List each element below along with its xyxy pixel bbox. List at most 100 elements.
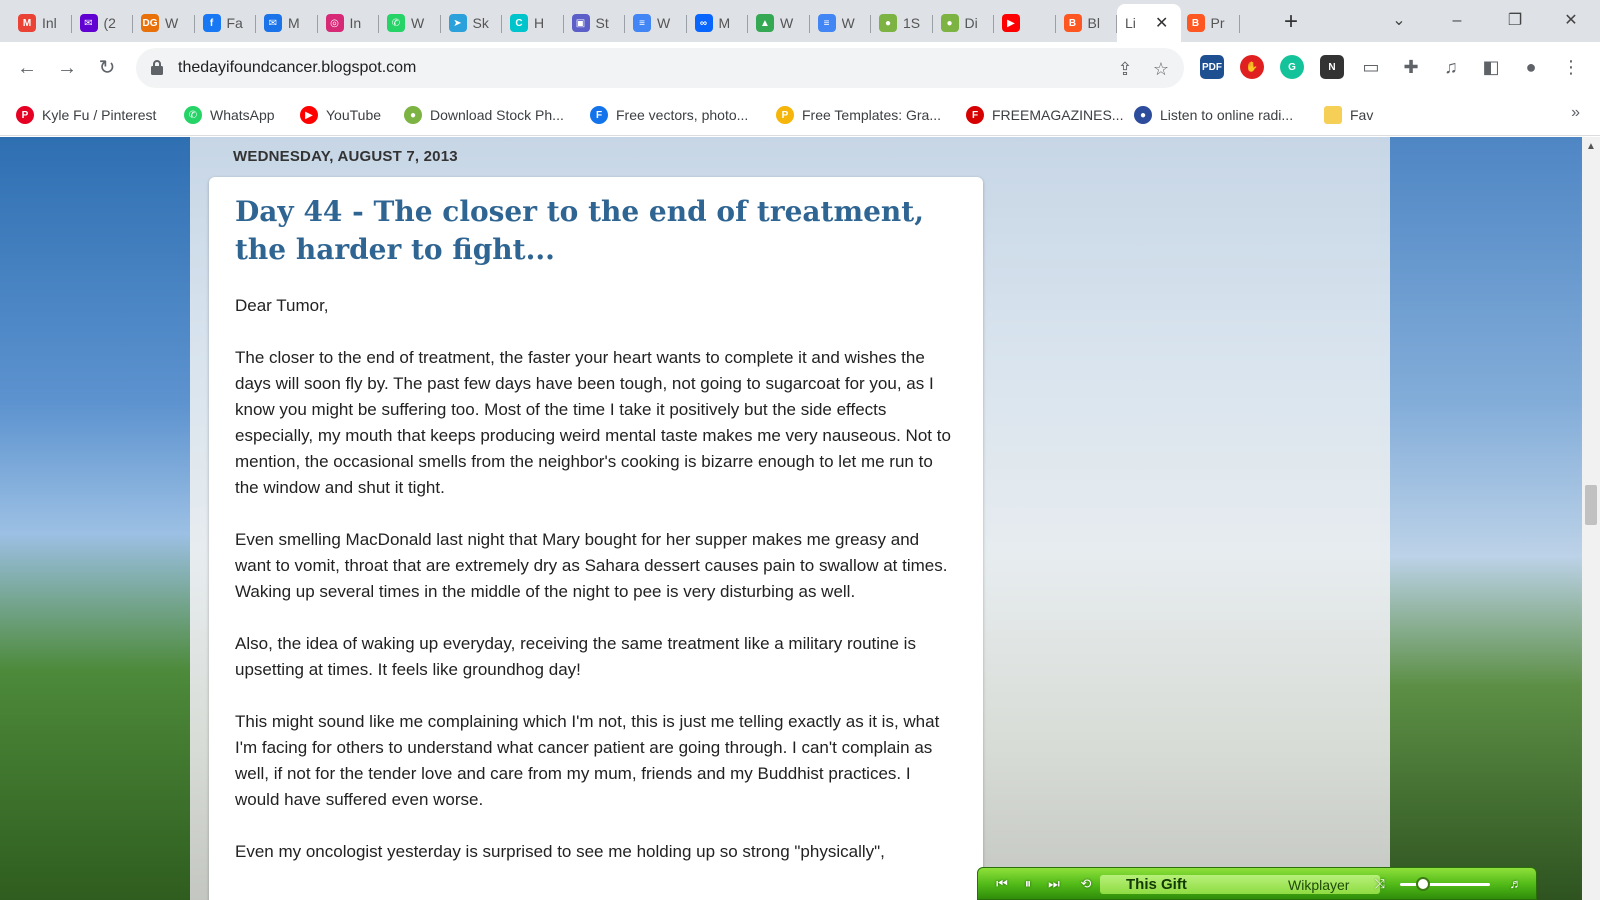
bookmark-item[interactable]: P Free Templates: Gra... — [776, 104, 941, 126]
address-bar[interactable]: thedayifoundcancer.blogspot.com ⇪ ☆ — [136, 48, 1184, 88]
menu-kebab-icon[interactable]: ⋮ — [1560, 56, 1582, 78]
bookmark-item[interactable]: P Kyle Fu / Pinterest — [16, 104, 156, 126]
whatsapp-icon: ✆ — [387, 14, 405, 32]
close-tab-icon[interactable]: ✕ — [1155, 13, 1168, 33]
profile-avatar-icon[interactable]: ● — [1520, 56, 1542, 78]
tab-title: Inl — [42, 15, 57, 31]
restore-button[interactable]: ❐ — [1500, 8, 1530, 34]
tab-title: St — [595, 15, 609, 31]
background-landscape-right — [1390, 137, 1582, 900]
lock-icon[interactable] — [150, 59, 164, 75]
bookmarks-overflow-icon[interactable]: » — [1571, 104, 1580, 122]
post-paragraph: Also, the idea of waking up everyday, re… — [235, 634, 916, 679]
post-paragraph: This might sound like me complaining whi… — [235, 712, 940, 809]
browser-tab[interactable]: ● Di — [933, 6, 994, 40]
leaf-icon: ● — [940, 14, 959, 32]
repeat-icon[interactable]: ⟲ — [1076, 874, 1096, 894]
facebook-icon: f — [202, 14, 221, 32]
browser-tab[interactable]: B Bl — [1056, 6, 1117, 40]
tab-title: Bl — [1087, 15, 1100, 31]
browser-tab[interactable]: f Fa — [195, 6, 256, 40]
magazine-icon: F — [966, 106, 984, 124]
post-paragraph: The closer to the end of treatment, the … — [235, 348, 951, 497]
browser-tab[interactable]: Li ✕ — [1117, 4, 1181, 42]
scroll-up-arrow-icon[interactable]: ▲ — [1586, 141, 1596, 152]
docs-icon: ≡ — [633, 14, 651, 32]
forward-button[interactable]: → — [53, 54, 81, 82]
gmail-icon: M — [18, 14, 36, 32]
previous-track-icon[interactable]: ⏮ — [992, 874, 1012, 894]
browser-tab[interactable]: ▲ W — [748, 6, 810, 40]
bookmarks-bar: » P Kyle Fu / Pinterest ✆ WhatsApp ▶ YouTube ●… — [0, 94, 1600, 136]
volume-knob[interactable] — [1415, 877, 1430, 891]
bookmark-label: Free vectors, photo... — [616, 107, 749, 123]
song-title: This Gift — [1126, 876, 1187, 893]
pdf-extension-icon[interactable]: PDF — [1200, 55, 1224, 79]
next-track-icon[interactable]: ⏭ — [1044, 874, 1064, 894]
tab-title: M — [288, 15, 300, 31]
bookmark-item[interactable]: F Free vectors, photo... — [590, 104, 748, 126]
playlist-icon[interactable]: ♬ — [1506, 874, 1526, 894]
page-viewport: WEDNESDAY, AUGUST 7, 2013 Day 44 - The c… — [0, 137, 1582, 900]
tab-title: Di — [964, 15, 978, 31]
browser-tab[interactable]: ≡ W — [810, 6, 871, 40]
player-brand[interactable]: Wikplayer — [1288, 877, 1349, 893]
share-icon[interactable]: ⇪ — [1114, 58, 1136, 80]
adblock-extension-icon[interactable]: ✋ — [1240, 55, 1264, 79]
radio-flag-icon: ● — [1134, 106, 1152, 124]
browser-tab[interactable]: ● 1S — [871, 6, 933, 40]
bookmark-item[interactable]: ● Download Stock Ph... — [404, 104, 564, 126]
blogger-icon: B — [1186, 14, 1205, 32]
browser-tab[interactable]: ➤ Sk — [441, 6, 502, 40]
meta-icon: ∞ — [694, 14, 713, 32]
browser-tab[interactable]: ≡ W — [625, 6, 687, 40]
scrollbar-thumb[interactable] — [1585, 485, 1597, 525]
browser-tab[interactable]: DG W — [133, 6, 195, 40]
browser-tab[interactable]: ✉ (2 — [72, 6, 133, 40]
browser-tab[interactable]: ✉ M — [256, 6, 318, 40]
browser-tab[interactable]: B Pr — [1179, 6, 1240, 40]
browser-tab[interactable]: M Inl — [10, 6, 72, 40]
youtube-icon: ▶ — [300, 106, 318, 124]
tab-title: Sk — [472, 15, 489, 31]
new-extension-icon[interactable]: N — [1320, 55, 1344, 79]
grammarly-extension-icon[interactable]: G — [1280, 55, 1304, 79]
media-control-icon[interactable]: ♫ — [1440, 56, 1462, 78]
post-title[interactable]: Day 44 - The closer to the end of treatm… — [235, 193, 955, 269]
tab-title: W — [780, 15, 794, 31]
browser-tab[interactable]: ◎ In — [318, 6, 379, 40]
minimize-button[interactable]: – — [1442, 8, 1472, 34]
side-panel-icon[interactable]: ◧ — [1480, 56, 1502, 78]
bookmark-item[interactable]: F FREEMAGAZINES... — [966, 104, 1123, 126]
browser-tab[interactable]: ∞ M — [687, 6, 748, 40]
tab-title: W — [411, 15, 425, 31]
bookmark-item[interactable]: Fav — [1324, 104, 1373, 126]
extensions-puzzle-icon[interactable]: ✚ — [1400, 56, 1422, 78]
back-button[interactable]: ← — [13, 54, 41, 82]
browser-tab[interactable]: ▶ — [994, 6, 1056, 40]
tab-title: In — [349, 15, 362, 31]
chat-extension-icon[interactable]: ▭ — [1360, 56, 1382, 78]
bookmark-star-icon[interactable]: ☆ — [1150, 58, 1172, 80]
tab-title: 1S — [903, 15, 921, 31]
bookmark-item[interactable]: ● Listen to online radi... — [1134, 104, 1293, 126]
close-window-button[interactable]: ✕ — [1556, 8, 1586, 34]
page-scrollbar[interactable]: ▲ — [1582, 137, 1600, 900]
bookmark-item[interactable]: ▶ YouTube — [300, 104, 381, 126]
tab-title: Pr — [1210, 15, 1225, 31]
shuffle-icon[interactable]: ⤨ — [1370, 874, 1390, 894]
volume-slider[interactable] — [1400, 883, 1490, 886]
tab-title: W — [657, 15, 671, 31]
reload-button[interactable]: ↻ — [93, 54, 121, 82]
tab-title: Fa — [226, 15, 243, 31]
pause-icon[interactable]: ⏸ — [1018, 874, 1038, 894]
browser-tab[interactable]: CH — [502, 6, 564, 40]
new-tab-button[interactable]: + — [1277, 8, 1305, 36]
whatsapp-icon: ✆ — [184, 106, 202, 124]
post-paragraph: Even smelling MacDonald last night that … — [235, 530, 948, 601]
tab-search-icon[interactable]: ⌄ — [1384, 8, 1414, 34]
browser-tab[interactable]: ✆ W — [379, 6, 441, 40]
bookmark-item[interactable]: ✆ WhatsApp — [184, 104, 275, 126]
browser-tab[interactable]: ▣ St — [564, 6, 625, 40]
bookmark-label: Free Templates: Gra... — [802, 107, 942, 123]
